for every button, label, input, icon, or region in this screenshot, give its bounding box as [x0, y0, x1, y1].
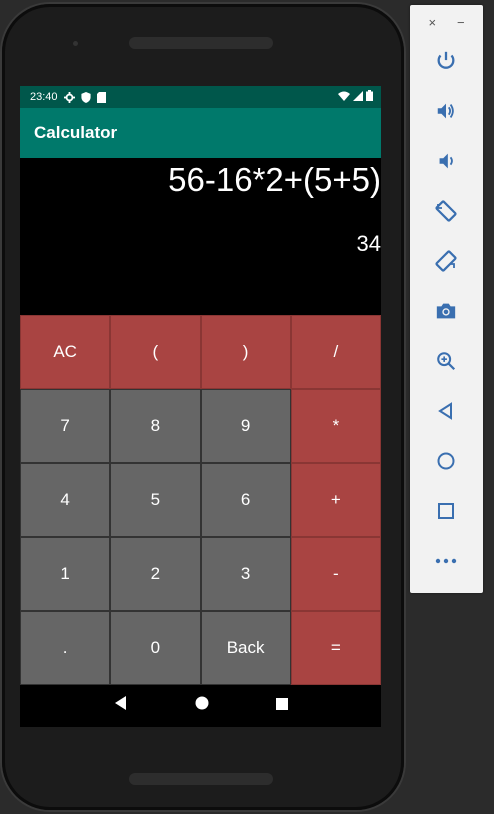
- expression-text: 56-16*2+(5+5): [168, 161, 381, 198]
- decimal-point-button[interactable]: .: [20, 611, 111, 685]
- digit-4-button[interactable]: 4: [20, 463, 111, 537]
- app-bar: Calculator: [20, 108, 381, 158]
- result-text: 34: [356, 231, 381, 256]
- multiply-button[interactable]: *: [290, 389, 381, 463]
- bottom-speaker: [129, 773, 273, 785]
- digit-1-button[interactable]: 1: [20, 537, 111, 611]
- digit-6-button[interactable]: 6: [200, 463, 291, 537]
- backspace-button[interactable]: Back: [200, 611, 291, 685]
- home-circle-icon[interactable]: [195, 696, 209, 715]
- rotate-right-icon[interactable]: [428, 243, 464, 279]
- back-triangle-icon[interactable]: [114, 696, 128, 715]
- keypad: AC ( ) / 7 8 9 * 4 5 6 + 1 2 3 - . 0 Bac…: [20, 315, 381, 685]
- phone-frame: 23:40 Calculator 56-16*2+(5+5) 34 AC ()…: [2, 4, 404, 810]
- volume-up-icon[interactable]: [428, 93, 464, 129]
- zoom-icon[interactable]: [428, 343, 464, 379]
- digit-8-button[interactable]: 8: [110, 389, 201, 463]
- power-icon[interactable]: [428, 43, 464, 79]
- divide-button[interactable]: /: [290, 315, 381, 389]
- digit-5-button[interactable]: 5: [110, 463, 201, 537]
- open-paren-button[interactable]: (: [110, 315, 201, 389]
- recents-square-icon[interactable]: [275, 697, 288, 715]
- android-nav-bar: [20, 685, 381, 726]
- home-icon[interactable]: [428, 443, 464, 479]
- clear-button[interactable]: AC: [20, 315, 111, 389]
- digit-3-button[interactable]: 3: [200, 537, 291, 611]
- emulator-toolbar: × −: [410, 5, 483, 593]
- device-screen: 23:40 Calculator 56-16*2+(5+5) 34 AC ()…: [20, 86, 381, 727]
- sd-card-icon: [96, 91, 106, 103]
- emulator-window-controls: × −: [410, 5, 483, 39]
- plus-button[interactable]: +: [290, 463, 381, 537]
- shield-icon: [80, 91, 91, 103]
- battery-icon: [366, 90, 373, 104]
- equals-button[interactable]: =: [290, 611, 381, 685]
- app-title: Calculator: [34, 123, 118, 142]
- back-icon[interactable]: [428, 393, 464, 429]
- gear-icon: [63, 91, 75, 103]
- close-icon[interactable]: ×: [428, 15, 436, 30]
- digit-7-button[interactable]: 7: [20, 389, 111, 463]
- digit-2-button[interactable]: 2: [110, 537, 201, 611]
- status-time: 23:40: [30, 91, 58, 103]
- rotate-left-icon[interactable]: [428, 193, 464, 229]
- digit-0-button[interactable]: 0: [110, 611, 201, 685]
- status-bar: 23:40: [20, 86, 381, 108]
- digit-9-button[interactable]: 9: [200, 389, 291, 463]
- top-speaker: [129, 37, 273, 49]
- close-paren-button[interactable]: ): [200, 315, 291, 389]
- overview-icon[interactable]: [428, 493, 464, 529]
- calculator-display: 56-16*2+(5+5) 34: [20, 158, 381, 315]
- volume-down-icon[interactable]: [428, 143, 464, 179]
- minus-button[interactable]: -: [290, 537, 381, 611]
- front-camera: [73, 41, 78, 46]
- minimize-icon[interactable]: −: [457, 15, 465, 30]
- signal-icon: [353, 90, 363, 104]
- more-icon[interactable]: [428, 543, 464, 579]
- camera-icon[interactable]: [428, 293, 464, 329]
- wifi-icon: [338, 91, 350, 104]
